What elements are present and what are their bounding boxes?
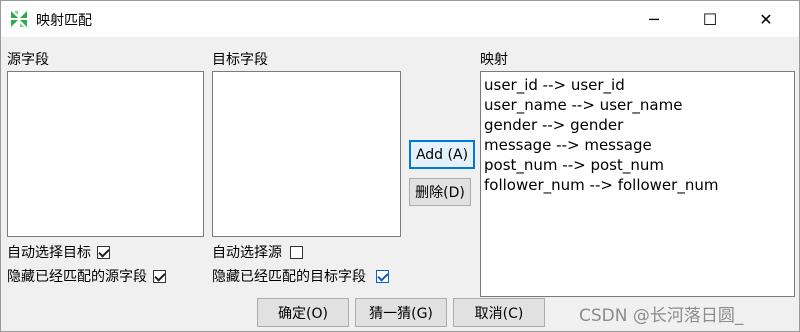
auto-select-target-option[interactable]: 自动选择目标 [7, 242, 110, 262]
mapping-item[interactable]: follower_num --> follower_num [484, 175, 791, 195]
hide-matched-source-label: 隐藏已经匹配的源字段 [7, 269, 147, 285]
auto-select-source-option[interactable]: 自动选择源 [212, 242, 303, 262]
mapping-label: 映射 [480, 52, 508, 68]
watermark: CSDN @长河落日圆_ [579, 306, 744, 326]
mapping-item[interactable]: user_id --> user_id [484, 75, 791, 95]
window-title: 映射匹配 [36, 13, 92, 29]
source-fields-label: 源字段 [7, 52, 49, 68]
auto-select-source-checkbox[interactable] [290, 245, 303, 259]
mapping-item[interactable]: user_name --> user_name [484, 95, 791, 115]
maximize-button[interactable]: ☐ [687, 1, 733, 37]
minimize-button[interactable]: ─ [631, 1, 677, 37]
auto-select-source-label: 自动选择源 [212, 245, 282, 261]
mapping-dialog: 映射匹配 ─ ☐ ✕ 源字段 目标字段 映射 user_id --> user_… [0, 0, 800, 332]
target-fields-label: 目标字段 [212, 52, 268, 68]
target-fields-listbox[interactable] [212, 71, 401, 237]
auto-select-target-checkbox[interactable] [97, 245, 110, 259]
add-button[interactable]: Add (A) [409, 140, 475, 169]
hide-matched-target-checkbox[interactable] [376, 269, 389, 283]
hide-matched-source-checkbox[interactable] [153, 269, 166, 283]
ok-button[interactable]: 确定(O) [257, 298, 349, 327]
close-button[interactable]: ✕ [743, 1, 789, 37]
delete-button[interactable]: 删除(D) [409, 178, 471, 206]
hide-matched-target-option[interactable]: 隐藏已经匹配的目标字段 [212, 266, 389, 286]
app-icon [11, 11, 27, 27]
mapping-listbox[interactable]: user_id --> user_id user_name --> user_n… [480, 71, 795, 297]
mapping-item[interactable]: gender --> gender [484, 115, 791, 135]
hide-matched-target-label: 隐藏已经匹配的目标字段 [212, 269, 366, 285]
mapping-item[interactable]: message --> message [484, 135, 791, 155]
mapping-item[interactable]: post_num --> post_num [484, 155, 791, 175]
hide-matched-source-option[interactable]: 隐藏已经匹配的源字段 [7, 266, 166, 286]
guess-button[interactable]: 猜一猜(G) [355, 298, 447, 327]
title-bar: 映射匹配 ─ ☐ ✕ [1, 1, 799, 37]
source-fields-listbox[interactable] [7, 71, 204, 237]
auto-select-target-label: 自动选择目标 [7, 245, 91, 261]
cancel-button[interactable]: 取消(C) [453, 298, 545, 327]
